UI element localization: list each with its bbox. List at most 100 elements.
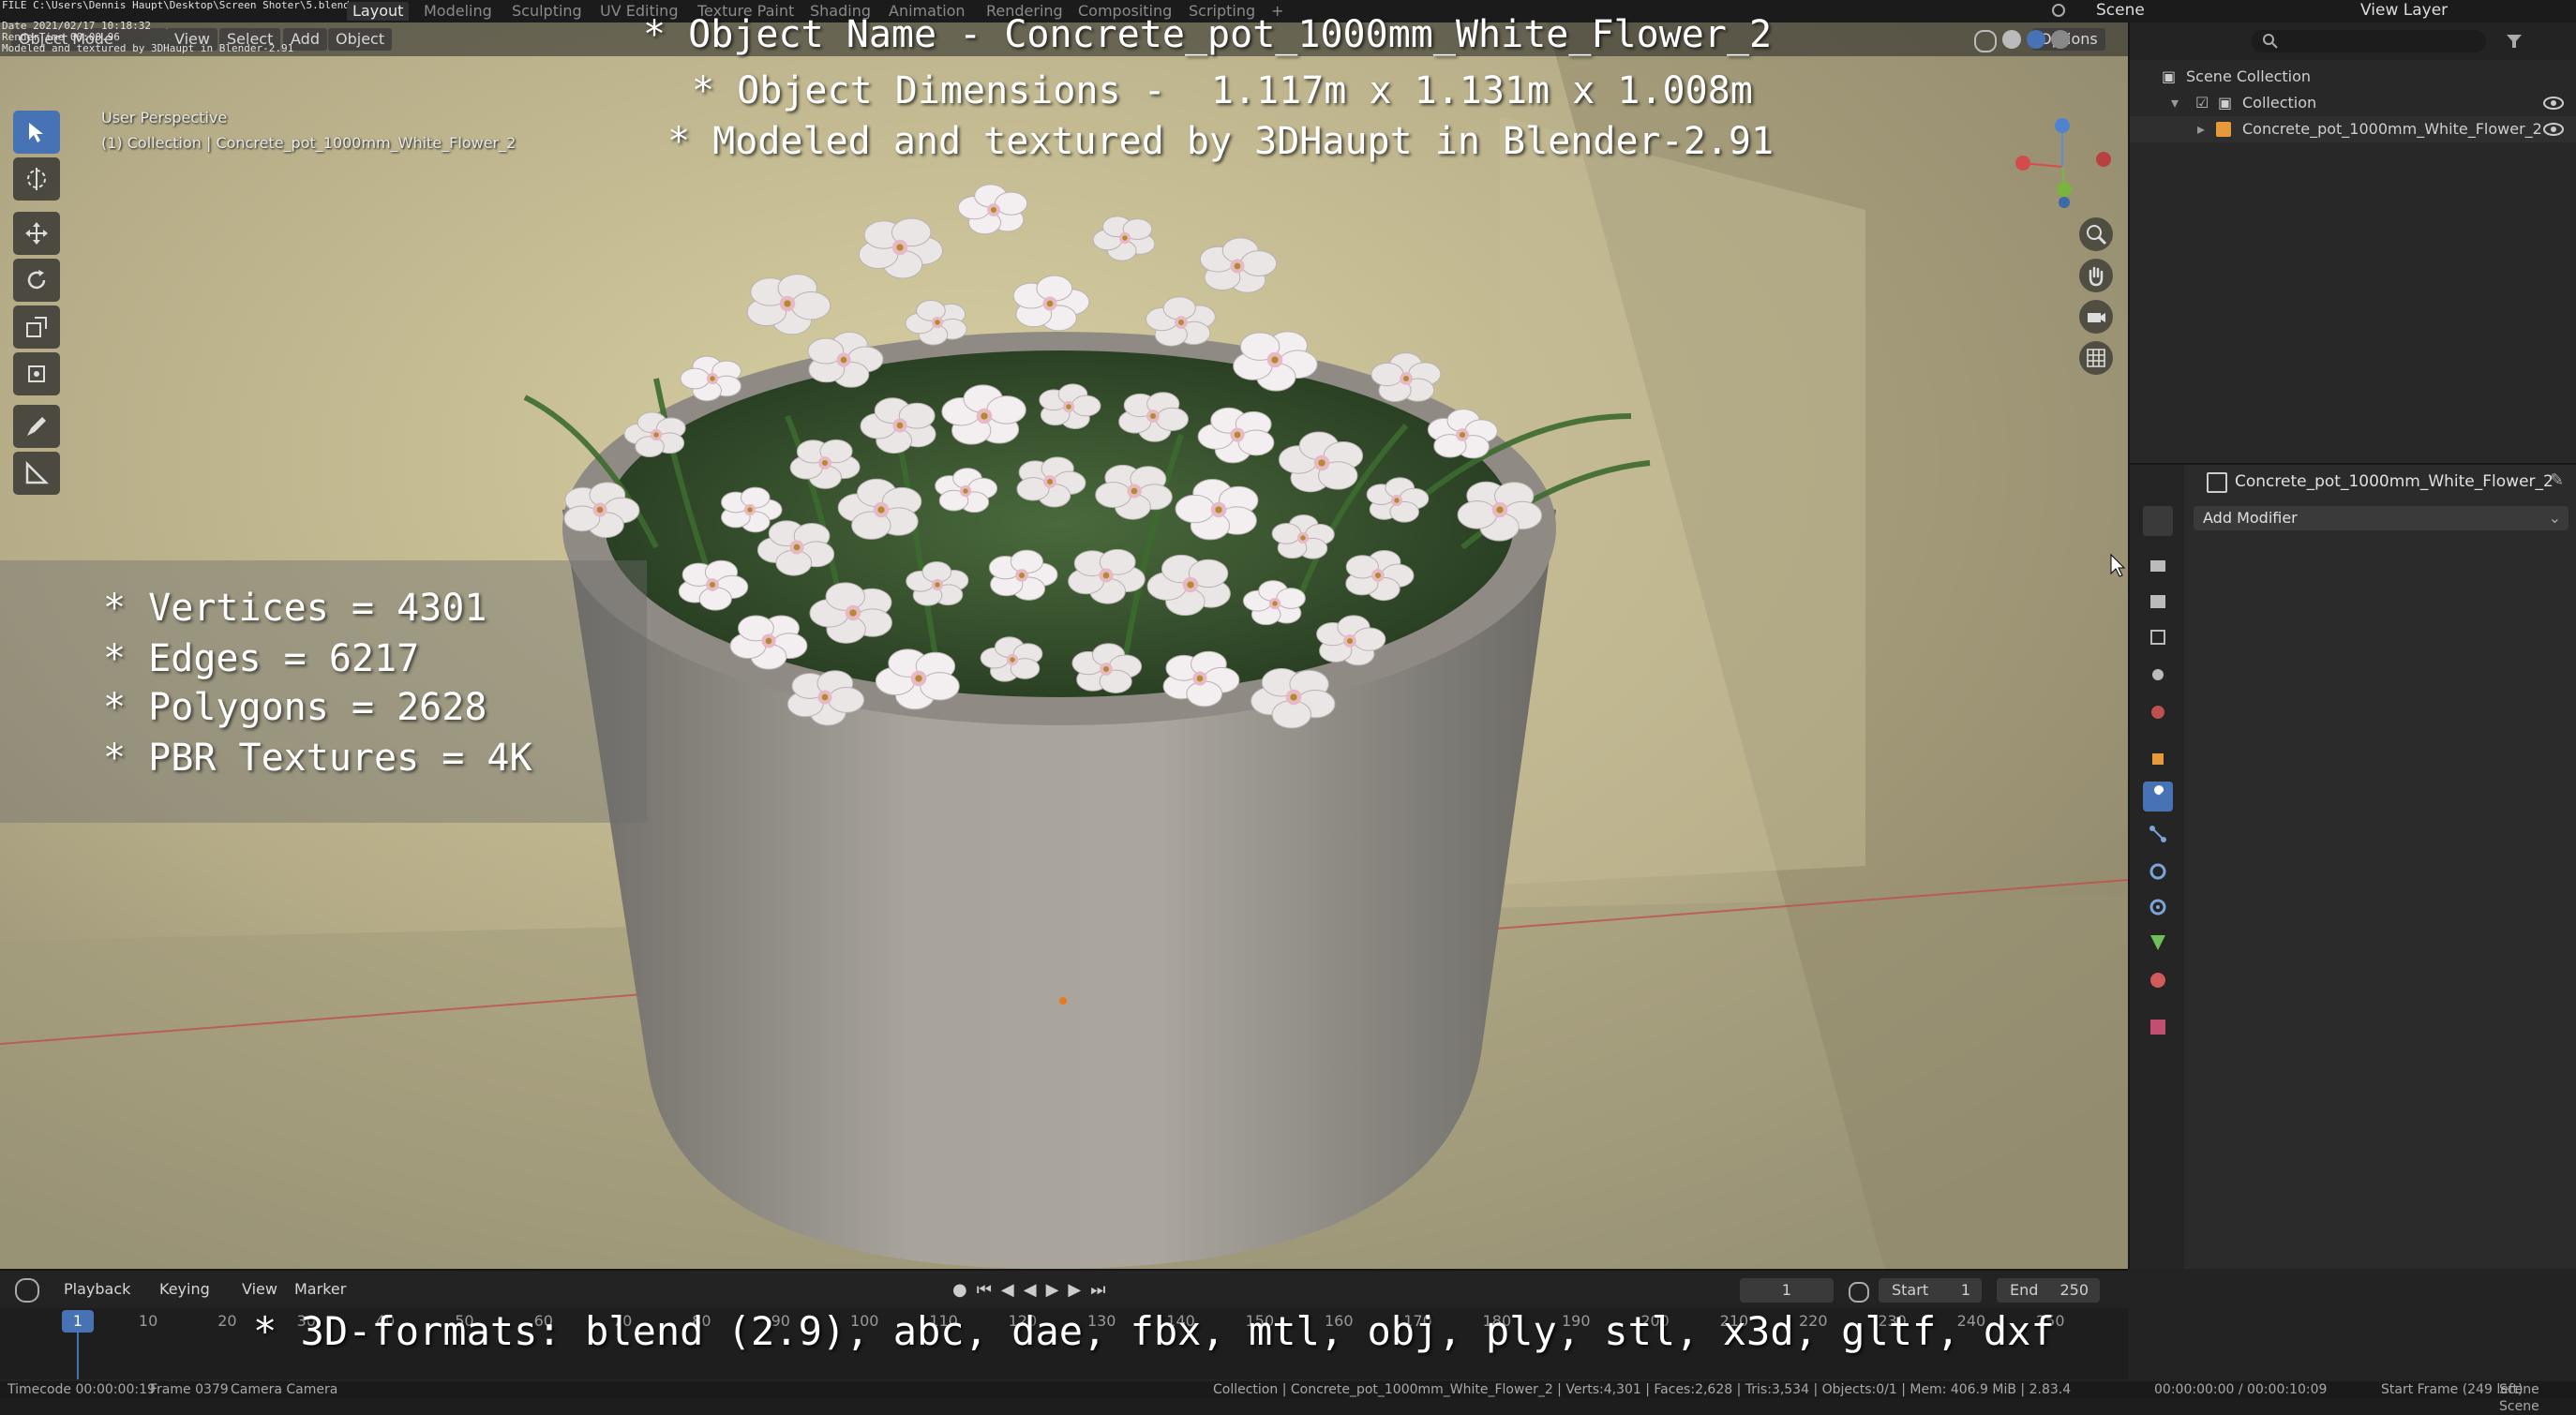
measure-icon [25, 460, 50, 484]
scene-selector[interactable]: Scene [2096, 1, 2145, 20]
navigation-gizmo[interactable] [1997, 111, 2119, 214]
ortho-toggle-button[interactable] [2079, 341, 2113, 375]
menu-view[interactable]: View [234, 1278, 285, 1301]
outliner-header [2130, 22, 2576, 60]
eye-icon[interactable] [2542, 122, 2565, 137]
status-scene-stats: Collection | Concrete_pot_1000mm_White_F… [1213, 1382, 2072, 1397]
collection-label: Collection [2242, 94, 2317, 112]
status-camera: Camera Camera [231, 1382, 338, 1397]
tab-scene[interactable] [2143, 660, 2173, 690]
pin-icon[interactable]: ✎ [2550, 470, 2564, 490]
rendered-shading-icon[interactable] [2051, 30, 2070, 49]
properties-tabs [2130, 465, 2184, 1271]
expand-icon[interactable]: ▸ [2197, 116, 2205, 142]
menu-marker[interactable]: Marker [287, 1278, 353, 1301]
end-frame-field[interactable]: End 250 [1997, 1278, 2100, 1303]
wireframe-shading-icon[interactable] [1974, 30, 1997, 52]
checkbox-icon[interactable]: ☑ [2195, 90, 2209, 116]
properties-object-name: Concrete_pot_1000mm_White_Flower_2 [2235, 472, 2554, 491]
grid-icon [2087, 349, 2105, 367]
annotate-icon [27, 417, 46, 436]
annotate-tool[interactable] [13, 405, 60, 448]
view-perspective-label: User Perspective [101, 109, 228, 127]
properties-header: Concrete_pot_1000mm_White_Flower_2 ✎ [2186, 465, 2576, 499]
tab-tool[interactable] [2143, 506, 2173, 536]
scale-icon [26, 317, 47, 337]
tab-data[interactable] [2143, 928, 2173, 958]
pan-button[interactable] [2079, 259, 2113, 292]
status-bar: Timecode 00:00:00:19 Frame 0379 Camera C… [0, 1381, 2576, 1414]
playhead-marker[interactable]: 1 [62, 1310, 94, 1333]
tab-view-layer[interactable] [2143, 622, 2173, 652]
select-box-icon [29, 123, 43, 142]
cursor-tool[interactable] [13, 157, 60, 201]
zoom-button[interactable] [2079, 217, 2113, 251]
rotate-icon [27, 270, 46, 290]
camera-view-button[interactable] [2079, 300, 2113, 334]
stat-polygons: * Polygons = 2628 [103, 686, 487, 729]
tab-modifiers[interactable] [2143, 782, 2173, 812]
add-modifier-dropdown[interactable]: Add Modifier ⌄ [2194, 506, 2569, 530]
object-origin [1059, 997, 1067, 1005]
menu-keying[interactable]: Keying [152, 1278, 217, 1301]
collection-icon: ▣ [2162, 67, 2177, 85]
filter-icon[interactable] [2505, 32, 2524, 51]
overlay-object-name: * Object Name - Concrete_pot_1000mm_Whit… [643, 13, 1773, 56]
wrench-icon [2150, 785, 2164, 804]
render-stamp: FILE C:\Users\Dennis Haupt\Desktop\Scree… [2, 0, 350, 11]
tab-physics[interactable] [2143, 856, 2173, 886]
tab-world[interactable] [2143, 697, 2173, 727]
tab-constraints[interactable] [2143, 892, 2173, 922]
search-icon [2263, 34, 2278, 49]
outliner-collection[interactable]: ▾ ☑ ▣ Collection [2130, 90, 2576, 116]
move-tool[interactable] [13, 212, 60, 255]
tab-render[interactable] [2143, 551, 2173, 581]
shading-buttons[interactable] [1974, 30, 2070, 52]
stat-vertices: * Vertices = 4301 [103, 587, 487, 630]
expand-icon[interactable]: ▾ [2171, 90, 2179, 116]
start-frame-field[interactable]: Start 1 [1879, 1278, 1982, 1303]
outliner-panel: ▣ Scene Collection ▾ ☑ ▣ Collection ▸ Co… [2128, 22, 2576, 463]
playback-controls[interactable]: ●⏮◀◀▶▶⏭ [952, 1280, 1115, 1300]
tab-particles[interactable] [2143, 819, 2173, 849]
tab-sculpting[interactable]: Sculpting [506, 2, 588, 21]
outliner-search-input[interactable] [2252, 30, 2486, 52]
timeline-right-area [2128, 1269, 2576, 1381]
mesh-object-icon [2216, 122, 2231, 137]
solid-shading-icon[interactable] [2002, 30, 2021, 49]
hand-icon [2089, 266, 2104, 287]
scene-icon[interactable] [2049, 1, 2068, 20]
stat-textures: * PBR Textures = 4K [103, 737, 532, 780]
rotate-tool[interactable] [13, 259, 60, 302]
scale-tool[interactable] [13, 305, 60, 349]
material-shading-icon[interactable] [2027, 30, 2045, 49]
measure-tool[interactable] [13, 452, 60, 495]
select-box-tool[interactable] [13, 111, 60, 154]
status-frame: Frame 0379 [150, 1382, 229, 1397]
menu-playback[interactable]: Playback [56, 1278, 138, 1301]
eye-icon[interactable] [2542, 96, 2565, 111]
menu-object[interactable]: Object [328, 28, 393, 51]
tab-modeling[interactable]: Modeling [418, 2, 498, 21]
transform-tool[interactable] [13, 352, 60, 395]
tab-texture[interactable] [2143, 1012, 2173, 1042]
object-label: Concrete_pot_1000mm_White_Flower_2 [2242, 120, 2542, 138]
editor-type-icon[interactable] [15, 1278, 39, 1303]
object-icon [2207, 472, 2227, 493]
current-frame-field[interactable]: 1 [1740, 1278, 1834, 1303]
render-stamp-lines: Date 2021/02/17 10:18:32 RenderTime 00:0… [2, 21, 293, 54]
playhead-line [77, 1333, 79, 1379]
tab-material[interactable] [2143, 965, 2173, 995]
tab-output[interactable] [2143, 587, 2173, 617]
status-scene-name: Scene Scene [2499, 1382, 2539, 1414]
tab-layout[interactable]: Layout [347, 2, 410, 21]
overlay-credit: * Modeled and textured by 3DHaupt in Ble… [667, 120, 1775, 163]
mouse-cursor-icon [2110, 553, 2126, 577]
tab-object[interactable] [2143, 744, 2173, 774]
view-collection-label: (1) Collection | Concrete_pot_1000mm_Whi… [101, 134, 517, 152]
outliner-scene-collection[interactable]: ▣ Scene Collection [2130, 64, 2576, 90]
view-layer-selector[interactable]: View Layer [2360, 1, 2448, 20]
scene-collection-label: Scene Collection [2186, 67, 2312, 85]
outliner-object-row[interactable]: ▸ Concrete_pot_1000mm_White_Flower_2 [2130, 116, 2576, 142]
clock-icon[interactable] [1849, 1282, 1869, 1303]
